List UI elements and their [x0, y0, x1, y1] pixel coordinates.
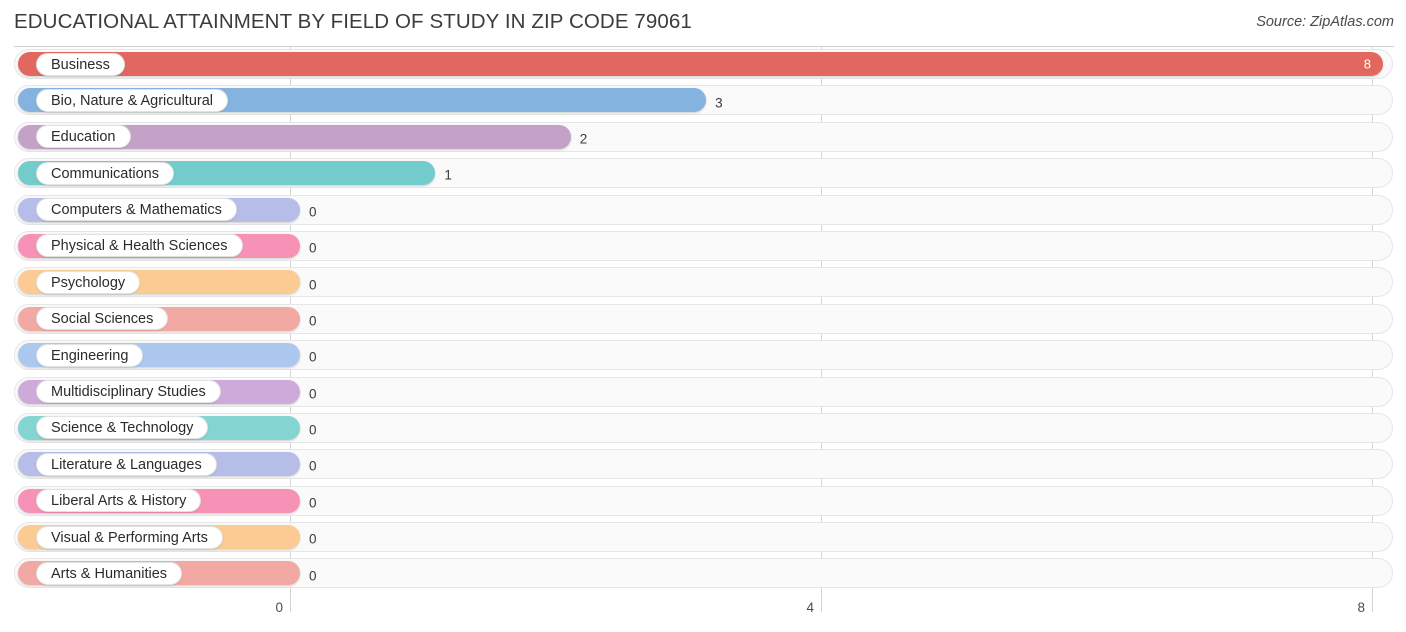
- bar-value-label: 0: [309, 277, 317, 293]
- table-row[interactable]: 0 Multidisciplinary Studies: [0, 376, 1406, 412]
- table-row[interactable]: 0 Computers & Mathematics: [0, 194, 1406, 230]
- category-label[interactable]: Literature & Languages: [36, 452, 217, 476]
- axis-tick-label: 0: [275, 600, 283, 615]
- axis-tick-mark: [1372, 598, 1373, 612]
- bar-value-label: 0: [309, 458, 317, 474]
- table-row[interactable]: 0 Arts & Humanities: [0, 557, 1406, 593]
- axis-tick-mark: [290, 598, 291, 612]
- bar-value-label: 0: [309, 313, 317, 329]
- source-attribution: Source: ZipAtlas.com: [1256, 14, 1394, 30]
- table-row[interactable]: 0 Psychology: [0, 266, 1406, 302]
- category-label[interactable]: Arts & Humanities: [36, 561, 183, 585]
- category-label[interactable]: Multidisciplinary Studies: [36, 380, 221, 404]
- bar-value-label: 0: [309, 531, 317, 547]
- chart-header: EDUCATIONAL ATTAINMENT BY FIELD OF STUDY…: [0, 0, 1406, 46]
- category-label[interactable]: Communications: [36, 161, 174, 185]
- table-row[interactable]: 0 Liberal Arts & History: [0, 485, 1406, 521]
- table-row[interactable]: 0 Physical & Health Sciences: [0, 230, 1406, 266]
- category-label[interactable]: Physical & Health Sciences: [36, 234, 243, 258]
- category-label[interactable]: Bio, Nature & Agricultural: [36, 88, 228, 112]
- bar[interactable]: 8: [18, 52, 1383, 76]
- axis-tick-mark: [821, 598, 822, 612]
- bar-value-label: 8: [1363, 56, 1371, 72]
- bar-value-label: 0: [309, 568, 317, 584]
- bar-value-label: 3: [715, 95, 723, 111]
- axis-tick-label: 4: [806, 600, 814, 615]
- table-row[interactable]: 0 Visual & Performing Arts: [0, 521, 1406, 557]
- table-row[interactable]: 0 Social Sciences: [0, 303, 1406, 339]
- bar-value-label: 0: [309, 240, 317, 256]
- bar-value-label: 0: [309, 386, 317, 402]
- page-title: EDUCATIONAL ATTAINMENT BY FIELD OF STUDY…: [14, 10, 692, 33]
- category-label[interactable]: Engineering: [36, 343, 144, 367]
- bar-value-label: 0: [309, 422, 317, 438]
- bar-value-label: 0: [309, 204, 317, 220]
- x-axis: 0 4 8: [0, 598, 1406, 632]
- category-label[interactable]: Social Sciences: [36, 307, 169, 331]
- table-row[interactable]: 0 Engineering: [0, 339, 1406, 375]
- category-label[interactable]: Education: [36, 125, 131, 149]
- bar-rows: 8 Business 3 Bio, Nature & Agricultural 2 Edu…: [0, 48, 1406, 594]
- category-label[interactable]: Visual & Performing Arts: [36, 525, 223, 549]
- category-label[interactable]: Psychology: [36, 270, 141, 294]
- axis-tick-label: 8: [1357, 600, 1365, 615]
- plot-top-border: [14, 46, 1394, 47]
- bar-value-label: 2: [579, 131, 588, 147]
- category-label[interactable]: Liberal Arts & History: [36, 489, 202, 513]
- bar-value-label: 0: [309, 495, 317, 511]
- table-row[interactable]: 0 Literature & Languages: [0, 448, 1406, 484]
- category-label[interactable]: Business: [36, 52, 125, 76]
- chart-plot-area: 8 Business 3 Bio, Nature & Agricultural 2 Edu…: [0, 46, 1406, 606]
- category-label[interactable]: Science & Technology: [36, 416, 209, 440]
- table-row[interactable]: 1 Communications: [0, 157, 1406, 193]
- table-row[interactable]: 8 Business: [0, 48, 1406, 84]
- table-row[interactable]: 3 Bio, Nature & Agricultural: [0, 84, 1406, 120]
- bar-value-label: 1: [444, 167, 452, 183]
- table-row[interactable]: 2 Education: [0, 121, 1406, 157]
- category-label[interactable]: Computers & Mathematics: [36, 198, 237, 222]
- bar-value-label: 0: [309, 349, 317, 365]
- table-row[interactable]: 0 Science & Technology: [0, 412, 1406, 448]
